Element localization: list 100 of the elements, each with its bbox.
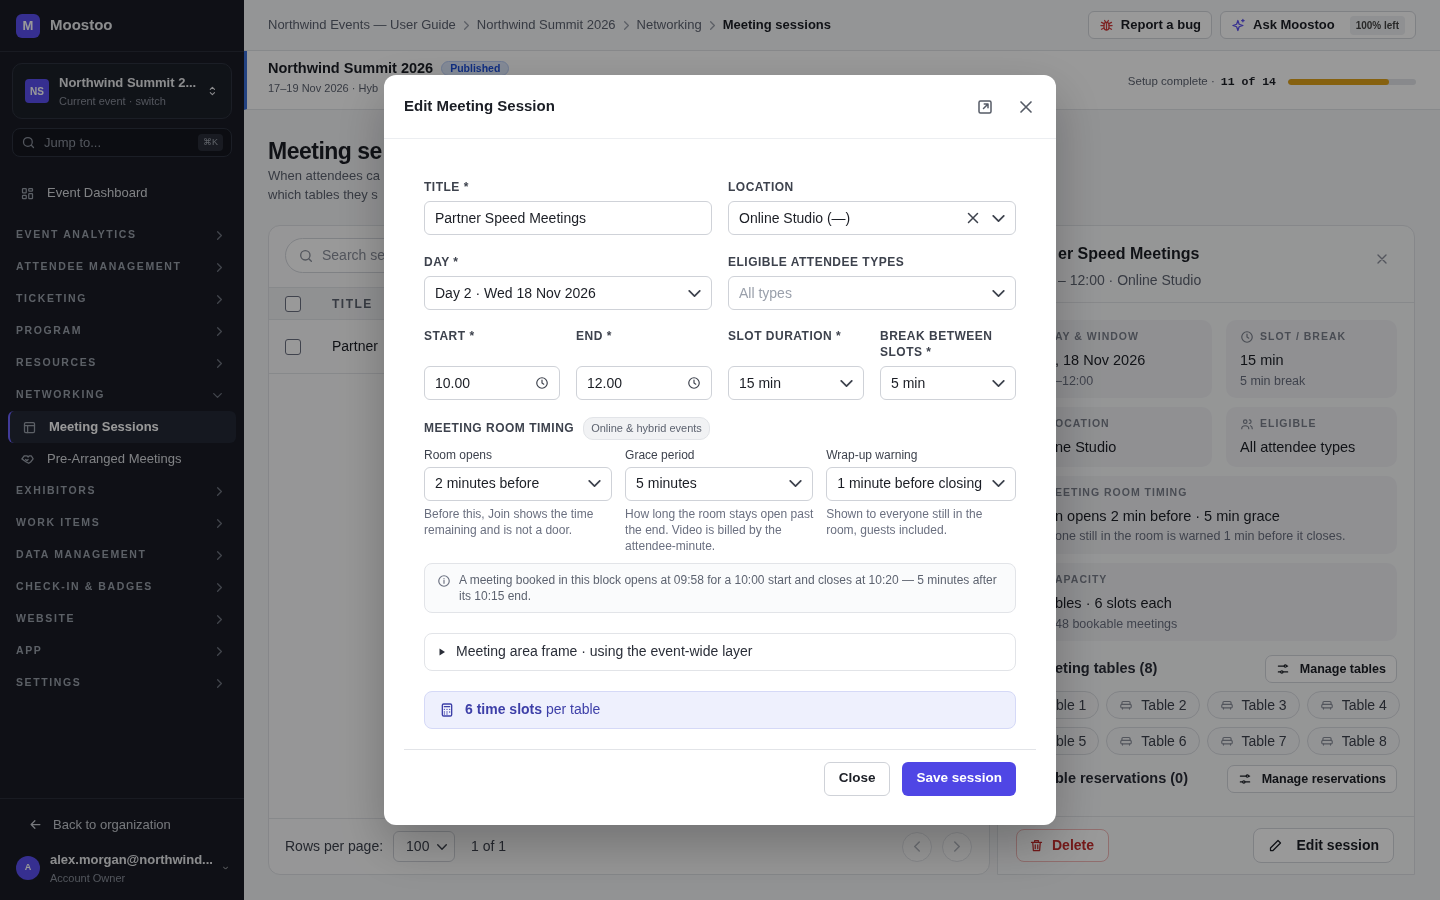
- table-icon: [22, 419, 37, 435]
- text-field[interactable]: Partner Speed Meetings: [424, 201, 712, 235]
- nav-section[interactable]: WEBSITE: [8, 603, 236, 635]
- field-label: LOCATION: [728, 179, 795, 195]
- table-chip[interactable]: Table 7: [1206, 727, 1300, 756]
- dropdown[interactable]: 1 minute before closing: [826, 466, 1016, 501]
- table-chip[interactable]: Table 2: [1106, 691, 1200, 720]
- event-caption: Current event · switch: [59, 93, 167, 109]
- event-name: Northwind Summit 2...: [59, 74, 197, 92]
- nav-section[interactable]: EVENT ANALYTICS: [8, 219, 236, 251]
- rows-per-page-label: Rows per page:: [285, 837, 384, 856]
- nav-section[interactable]: TICKETING: [8, 283, 236, 315]
- assistant-button[interactable]: Ask Moostoo 100% left: [1220, 11, 1416, 39]
- manage-button[interactable]: Manage tables: [1264, 655, 1397, 684]
- chevron-right-icon: [217, 550, 222, 560]
- expand-button[interactable]: [976, 97, 994, 116]
- nav-section[interactable]: EXHIBITORS: [8, 475, 236, 507]
- table-chip[interactable]: Table 3: [1206, 691, 1300, 720]
- breadcrumb-link[interactable]: Northwind Summit 2026: [476, 15, 616, 35]
- dropdown[interactable]: 15 min: [728, 366, 864, 400]
- dropdown[interactable]: All types: [728, 276, 1016, 310]
- breadcrumb-link[interactable]: Northwind Events — User Guide: [268, 15, 456, 35]
- report-bug-button[interactable]: Report a bug: [1087, 11, 1212, 39]
- nav-item[interactable]: Pre-Arranged Meetings: [8, 443, 236, 475]
- nav-item[interactable]: Event Dashboard: [8, 177, 236, 209]
- nav-section[interactable]: PROGRAM: [8, 315, 236, 347]
- help-text: Shown to everyone still in the room, guests included.: [826, 505, 984, 538]
- dropdown[interactable]: 5 minutes: [625, 466, 814, 501]
- dropdown[interactable]: Online Studio (—): [728, 201, 1016, 235]
- card-note: –12:00: [1055, 372, 1095, 390]
- manage-button[interactable]: Manage reservations: [1226, 765, 1397, 794]
- user-avatar: A: [16, 856, 40, 880]
- scope-badge: Online & hybrid events: [583, 417, 710, 440]
- nav-section[interactable]: NETWORKING: [8, 379, 236, 411]
- chevron-down-icon: [992, 480, 1005, 487]
- chevron-right-icon: [623, 20, 629, 30]
- checkbox[interactable]: [285, 295, 301, 312]
- nav-section[interactable]: CHECK-IN & BADGES: [8, 571, 236, 603]
- field-label: SLOT DURATION *: [728, 328, 843, 344]
- card-label: AY & WINDOW: [1055, 329, 1139, 344]
- chevron-right-icon: [217, 326, 222, 336]
- chevron-right-icon: [217, 294, 222, 304]
- close-dialog-button[interactable]: Close: [823, 761, 891, 796]
- checkbox[interactable]: [285, 338, 301, 355]
- sliders-icon: [1275, 662, 1290, 677]
- section-heading: ble reservations (0): [1054, 769, 1188, 789]
- expand-icon: [976, 97, 994, 116]
- sofa-icon: [1219, 698, 1234, 713]
- section-heading: eting tables (8): [1054, 659, 1158, 679]
- nav-item[interactable]: Meeting Sessions: [8, 411, 236, 443]
- sliders-icon: [1237, 772, 1252, 787]
- nav-section[interactable]: APP: [8, 635, 236, 667]
- people-icon: [1240, 417, 1254, 432]
- field-label: DAY *: [424, 254, 460, 270]
- back-link[interactable]: Back to organization: [16, 810, 183, 838]
- search-icon: [21, 135, 36, 150]
- nav-section[interactable]: DATA MANAGEMENT: [8, 539, 236, 571]
- chevron-right-icon: [217, 614, 222, 624]
- clock-icon: [535, 376, 549, 390]
- delete-button[interactable]: Delete: [1016, 829, 1110, 862]
- setup-count: 11 of 14: [1220, 74, 1276, 90]
- table-chip[interactable]: Table 6: [1106, 727, 1200, 756]
- column-header: TITLE: [332, 295, 373, 313]
- table-chip[interactable]: Table 4: [1306, 691, 1400, 720]
- clock-icon: [1240, 329, 1254, 344]
- jump-field[interactable]: Jump to... ⌘K: [12, 128, 232, 157]
- rows-per-page-select[interactable]: 100: [393, 831, 456, 862]
- nav-section[interactable]: SETTINGS: [8, 667, 236, 699]
- time-field[interactable]: 10.00: [424, 366, 560, 400]
- dropdown[interactable]: 2 minutes before: [424, 466, 613, 501]
- table-chip[interactable]: Table 8: [1306, 727, 1400, 756]
- save-button[interactable]: Save session: [902, 761, 1016, 796]
- shortcut-key: ⌘K: [198, 133, 223, 152]
- chevron-right-icon: [217, 262, 222, 272]
- account-menu[interactable]: A alex.morgan@northwind... Account Owner: [16, 850, 228, 886]
- card-label: EETING ROOM TIMING: [1055, 484, 1188, 500]
- edit-button[interactable]: Edit session: [1252, 828, 1394, 863]
- nav-section[interactable]: WORK ITEMS: [8, 507, 236, 539]
- chevron-right-icon: [217, 582, 222, 592]
- breadcrumb-current: Meeting sessions: [722, 16, 831, 35]
- nav-section[interactable]: ATTENDEE MANAGEMENT: [8, 251, 236, 283]
- field-label: BREAK BETWEEN SLOTS *: [880, 328, 994, 360]
- help-text: Before this, Join shows the time remaining and is not a door.: [424, 505, 595, 538]
- time-field[interactable]: 12.00: [576, 366, 712, 400]
- card-note: 5 min break: [1240, 372, 1307, 390]
- chevron-right-icon: [463, 20, 469, 30]
- dropdown[interactable]: Day 2 · Wed 18 Nov 2026: [424, 276, 712, 310]
- bug-icon: [1098, 17, 1114, 33]
- breadcrumb-link[interactable]: Networking: [636, 15, 702, 35]
- page-info: 1 of 1: [471, 837, 507, 856]
- event-switcher[interactable]: NS Northwind Summit 2... Current event · switch: [12, 63, 232, 119]
- sofa-icon: [1319, 734, 1334, 749]
- frame-toggle[interactable]: Meeting area frame · using the event-wide layer: [424, 632, 1016, 671]
- nav-section[interactable]: RESOURCES: [8, 347, 236, 379]
- session-subtitle: – 12:00 · Online Studio: [1058, 271, 1202, 290]
- sofa-icon: [1319, 698, 1334, 713]
- card-label: ELIGIBLE: [1260, 416, 1317, 432]
- dropdown[interactable]: 5 min: [880, 366, 1016, 400]
- field-label: Room opens: [424, 446, 494, 464]
- usage-badge: 100% left: [1349, 15, 1405, 35]
